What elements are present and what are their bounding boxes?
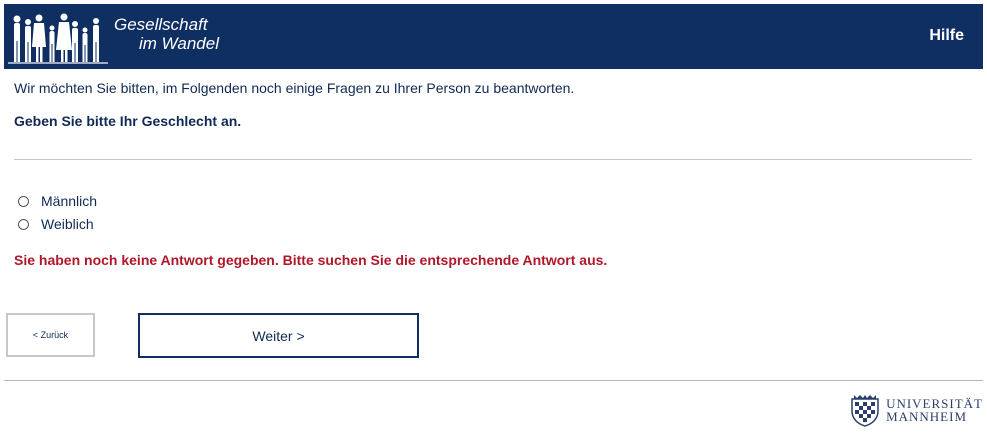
footer-divider xyxy=(4,380,983,381)
university-logo: UNIVERSITÄT MANNHEIM xyxy=(848,393,983,427)
option-label: Weiblich xyxy=(41,216,94,232)
header-bar: Gesellschaft im Wandel Hilfe xyxy=(4,4,983,69)
radio-button[interactable] xyxy=(18,195,29,207)
option-label: Männlich xyxy=(41,193,98,209)
radio-button[interactable] xyxy=(18,218,29,230)
error-message: Sie haben noch keine Antwort gegeben. Bi… xyxy=(14,252,608,268)
next-button[interactable]: Weiter > xyxy=(138,313,419,358)
logo-title: Gesellschaft im Wandel xyxy=(114,15,219,53)
question-text: Geben Sie bitte Ihr Geschlecht an. xyxy=(14,113,242,129)
university-name: UNIVERSITÄT MANNHEIM xyxy=(886,397,983,423)
help-link[interactable]: Hilfe xyxy=(929,27,964,45)
university-crest-icon xyxy=(851,395,879,427)
intro-text: Wir möchten Sie bitten, im Folgenden noc… xyxy=(14,80,575,96)
logo-line-2: im Wandel xyxy=(139,34,219,53)
option-weiblich[interactable]: Weiblich xyxy=(18,216,94,232)
logo-line-1: Gesellschaft xyxy=(114,15,208,34)
people-silhouettes-logo xyxy=(8,13,108,64)
option-maennlich[interactable]: Männlich xyxy=(18,193,97,209)
back-button[interactable]: < Zurück xyxy=(6,313,95,357)
divider xyxy=(14,159,972,160)
university-line-2: MANNHEIM xyxy=(886,409,968,424)
